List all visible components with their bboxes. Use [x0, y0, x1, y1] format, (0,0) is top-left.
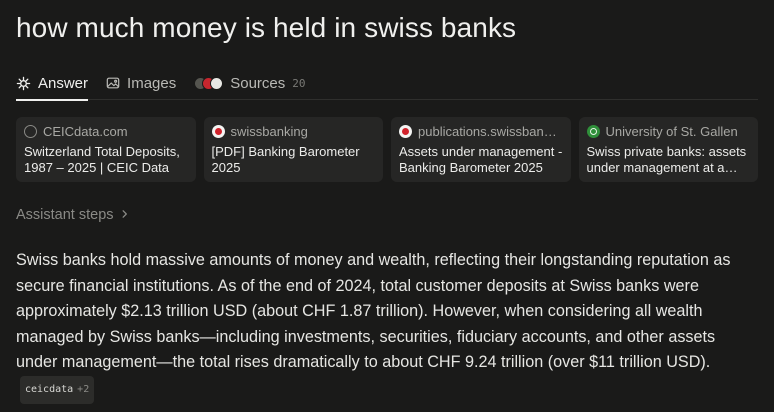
citation-label: ceicdata: [25, 383, 74, 395]
swissbanking-favicon-icon: [399, 125, 412, 138]
hsg-favicon-icon: [586, 125, 600, 138]
tab-sources-label: Sources: [230, 74, 286, 92]
tab-sources[interactable]: Sources 20: [194, 64, 306, 100]
assistant-steps-label: Assistant steps: [16, 207, 114, 223]
source-cards: CEICdata.com Switzerland Total Deposits,…: [16, 117, 758, 182]
swissbanking-favicon-icon: [211, 125, 225, 138]
tab-answer-label: Answer: [38, 74, 89, 92]
source-card[interactable]: publications.swissbanking.ch Assets unde…: [391, 117, 571, 182]
citation-chip[interactable]: ceicdata +2: [20, 375, 95, 404]
chevron-right-icon: [120, 207, 129, 223]
source-card[interactable]: CEICdata.com Switzerland Total Deposits,…: [16, 117, 196, 182]
source-domain: University of St. Gallen: [605, 124, 738, 139]
tab-answer[interactable]: Answer: [16, 64, 89, 101]
source-card[interactable]: swissbanking [PDF] Banking Barometer 202…: [203, 117, 383, 182]
globe-icon: [24, 125, 37, 138]
answer-page: how much money is held in swiss banks An…: [0, 0, 774, 412]
source-domain: publications.swissbanking.ch: [418, 124, 563, 139]
image-icon: [106, 76, 120, 90]
source-card[interactable]: University of St. Gallen Swiss private b…: [578, 117, 758, 182]
source-stack-icon: [194, 76, 224, 90]
result-tabs: Answer Images Sources 20: [16, 64, 758, 101]
tab-images[interactable]: Images: [106, 64, 176, 100]
tab-images-label: Images: [127, 74, 177, 92]
sources-count: 20: [292, 76, 306, 90]
query-title: how much money is held in swiss banks: [16, 12, 517, 43]
source-title: [PDF] Banking Barometer 2025: [211, 144, 360, 175]
source-domain: swissbanking: [230, 124, 308, 139]
source-domain: CEICdata.com: [43, 124, 128, 139]
answer-text: Swiss banks hold massive amounts of mone…: [16, 251, 731, 372]
assistant-steps-toggle[interactable]: Assistant steps: [16, 207, 129, 223]
sparkle-icon: [16, 76, 31, 91]
source-title: Switzerland Total Deposits, 1987 – 2025 …: [24, 144, 180, 175]
source-title: Swiss private banks: assets under manage…: [586, 144, 747, 175]
citation-extra: +2: [77, 383, 90, 395]
answer-paragraph: Swiss banks hold massive amounts of mone…: [16, 248, 758, 404]
source-title: Assets under management - Banking Barome…: [399, 144, 563, 175]
